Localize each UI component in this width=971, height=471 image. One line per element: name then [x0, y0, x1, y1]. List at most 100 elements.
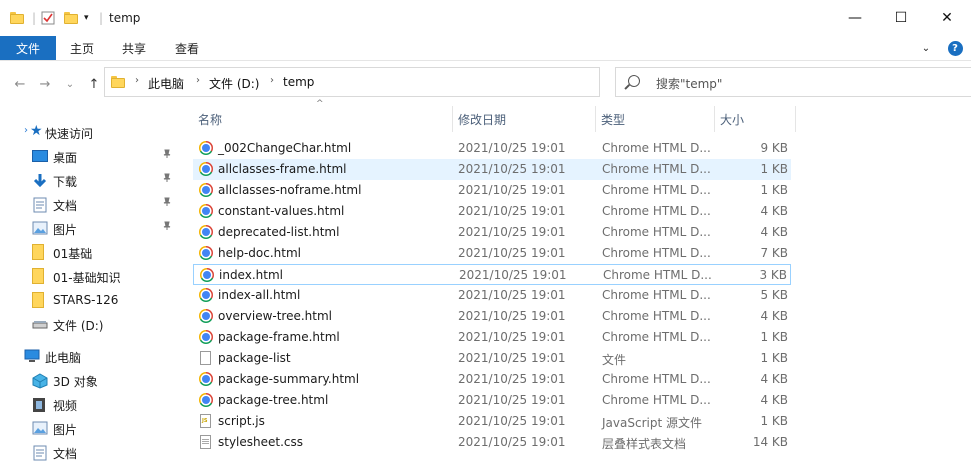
column-divider[interactable] — [452, 106, 453, 132]
back-button[interactable]: ← — [10, 74, 30, 94]
address-bar[interactable]: › 此电脑 › 文件 (D:) › temp ⌄ ↻ — [104, 67, 700, 97]
column-header-name[interactable]: 名称 — [198, 106, 450, 132]
nav-item-documents[interactable]: 文档 — [0, 192, 186, 216]
file-row[interactable]: package-frame.html 2021/10/25 19:01 Chrome… — [193, 327, 791, 348]
recent-locations-button[interactable]: ⌄ — [60, 74, 80, 94]
file-type: Chrome HTML D... — [602, 372, 711, 386]
toolbar-separator: | — [99, 11, 104, 25]
file-row[interactable]: allclasses-noframe.html 2021/10/25 19:01 C… — [193, 180, 791, 201]
pin-icon[interactable] — [162, 149, 172, 162]
nav-this-pc[interactable]: 此电脑 — [0, 344, 186, 368]
chrome-icon — [199, 288, 213, 302]
chevron-down-icon[interactable]: ⌄ — [914, 36, 938, 60]
tab-share[interactable]: 共享 — [108, 36, 160, 60]
search-icon — [628, 75, 640, 87]
file-type: Chrome HTML D... — [602, 162, 711, 176]
file-size: 7 KB — [760, 246, 788, 260]
nav-item-pc-pictures[interactable]: 图片 — [0, 416, 186, 440]
breadcrumb-separator[interactable]: › — [135, 75, 139, 86]
pin-icon[interactable] — [162, 173, 172, 186]
nav-item-folder-stars-126[interactable]: STARS-126 — [0, 288, 186, 312]
file-row[interactable]: allclasses-frame.html 2021/10/25 19:01 Chr… — [193, 159, 791, 180]
video-icon — [32, 397, 48, 412]
dropdown-arrow-icon[interactable]: ▾ — [84, 0, 89, 36]
chrome-icon — [199, 162, 213, 176]
file-date-modified: 2021/10/25 19:01 — [458, 183, 566, 197]
file-name: package-list — [218, 351, 291, 365]
properties-icon[interactable] — [41, 0, 55, 36]
pin-icon[interactable] — [162, 197, 172, 210]
file-type: Chrome HTML D... — [602, 309, 711, 323]
column-header-date[interactable]: 修改日期 — [458, 106, 594, 132]
download-icon — [32, 173, 48, 188]
breadcrumb-separator[interactable]: › — [196, 75, 200, 86]
nav-item-drive-d[interactable]: 文件 (D:) — [0, 312, 186, 336]
tab-file[interactable]: 文件 — [0, 36, 56, 60]
file-row[interactable]: package-list 2021/10/25 19:01 文件 1 KB — [193, 348, 791, 369]
file-row[interactable]: overview-tree.html 2021/10/25 19:01 Chrome… — [193, 306, 791, 327]
column-divider[interactable] — [714, 106, 715, 132]
file-name: script.js — [218, 414, 265, 428]
forward-button[interactable]: → — [35, 74, 55, 94]
file-size: 5 KB — [760, 288, 788, 302]
file-type: JavaScript 源文件 — [602, 416, 702, 430]
column-divider[interactable] — [595, 106, 596, 132]
minimize-button[interactable]: — — [832, 0, 878, 36]
chrome-icon — [199, 141, 213, 155]
picture-icon — [32, 221, 48, 235]
close-button[interactable]: ✕ — [924, 0, 970, 36]
navigation-pane: › ★ 快速访问 桌面 下载 文档 图片 01基础 01-基础知识 STARS-… — [0, 106, 186, 471]
column-header-size[interactable]: 大小 — [720, 106, 792, 132]
chrome-icon — [199, 330, 213, 344]
nav-quick-access[interactable]: › ★ 快速访问 — [0, 120, 186, 144]
nav-item-pictures[interactable]: 图片 — [0, 216, 186, 240]
tab-view[interactable]: 查看 — [160, 36, 214, 60]
file-row[interactable]: constant-values.html 2021/10/25 19:01 Chro… — [193, 201, 791, 222]
folder-icon[interactable] — [10, 0, 24, 36]
breadcrumb-drive-d[interactable]: 文件 (D:) — [209, 75, 259, 92]
nav-item-downloads[interactable]: 下载 — [0, 168, 186, 192]
nav-item-desktop[interactable]: 桌面 — [0, 144, 186, 168]
tab-home[interactable]: 主页 — [56, 36, 108, 60]
file-row[interactable]: index-all.html 2021/10/25 19:01 Chrome HTM… — [193, 285, 791, 306]
file-row[interactable]: stylesheet.css 2021/10/25 19:01 层叠样式表文档 14 … — [193, 432, 791, 453]
file-size: 14 KB — [752, 435, 788, 449]
window-title: temp — [109, 11, 141, 25]
breadcrumb-temp[interactable]: temp — [283, 75, 314, 89]
file-row[interactable]: package-summary.html 2021/10/25 19:01 Chro… — [193, 369, 791, 390]
file-name: index-all.html — [218, 288, 301, 302]
file-row[interactable]: help-doc.html 2021/10/25 19:01 Chrome HTML… — [193, 243, 791, 264]
up-button[interactable]: ↑ — [84, 74, 104, 94]
file-icon — [200, 351, 211, 365]
file-row[interactable]: _002ChangeChar.html 2021/10/25 19:01 Chrom… — [193, 138, 791, 159]
nav-item-folder-01-basic-knowledge[interactable]: 01-基础知识 — [0, 264, 186, 288]
nav-item-3d-objects[interactable]: 3D 对象 — [0, 368, 186, 392]
file-row[interactable]: deprecated-list.html 2021/10/25 19:01 Chro… — [193, 222, 791, 243]
drive-icon — [32, 317, 48, 331]
chrome-icon — [199, 204, 213, 218]
column-header-type[interactable]: 类型 — [601, 106, 711, 132]
file-row[interactable]: script.js 2021/10/25 19:01 JavaScript 源文件 1… — [193, 411, 791, 432]
file-row[interactable]: index.html 2021/10/25 19:01 Chrome HTML D.… — [193, 264, 791, 285]
nav-item-folder-01-basics[interactable]: 01基础 — [0, 240, 186, 264]
file-type: Chrome HTML D... — [603, 268, 712, 282]
help-icon[interactable]: ? — [944, 36, 966, 60]
file-row[interactable]: package-tree.html 2021/10/25 19:01 Chrome … — [193, 390, 791, 411]
file-name: _002ChangeChar.html — [218, 141, 352, 155]
file-date-modified: 2021/10/25 19:01 — [458, 162, 566, 176]
file-type: Chrome HTML D... — [602, 393, 711, 407]
file-date-modified: 2021/10/25 19:01 — [458, 393, 566, 407]
pin-icon[interactable] — [162, 221, 172, 234]
file-size: 4 KB — [760, 309, 788, 323]
new-folder-icon[interactable] — [64, 0, 78, 36]
nav-item-videos[interactable]: 视频 — [0, 392, 186, 416]
chrome-icon — [199, 372, 213, 386]
search-placeholder: 搜索"temp" — [656, 77, 723, 91]
column-divider[interactable] — [795, 106, 796, 132]
breadcrumb-this-pc[interactable]: 此电脑 — [148, 75, 184, 92]
nav-item-pc-documents[interactable]: 文档 — [0, 440, 186, 464]
search-input[interactable]: 搜索"temp" — [615, 67, 971, 97]
3d-objects-icon — [32, 373, 48, 389]
maximize-button[interactable]: ☐ — [878, 0, 924, 36]
breadcrumb-separator[interactable]: › — [270, 75, 274, 86]
